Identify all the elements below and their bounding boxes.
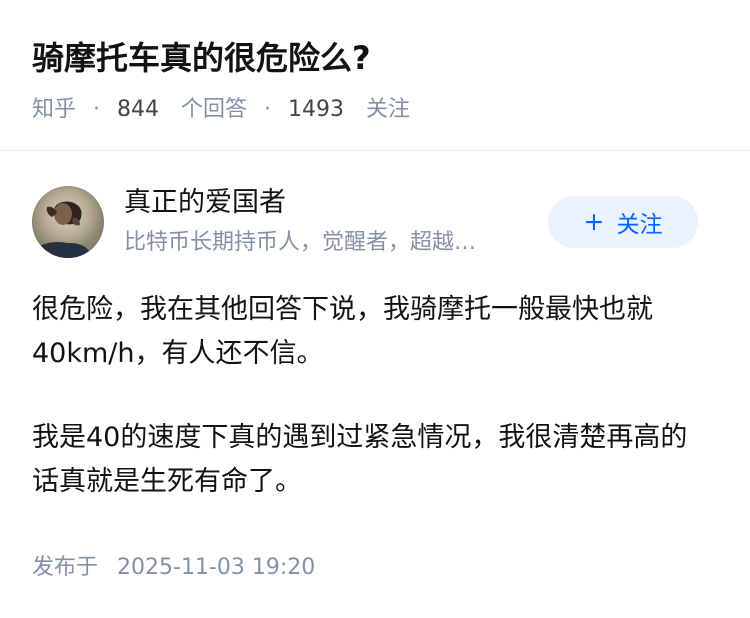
- publish-label: 发布于: [32, 555, 99, 580]
- follow-button[interactable]: + 关注: [548, 196, 698, 248]
- answer-count-label: 个回答: [181, 97, 248, 122]
- publish-time-value: 2025-11-03 19:20: [117, 555, 316, 580]
- author-headline: 比特币长期持币人，觉醒者，超越…: [124, 230, 477, 255]
- answer-paragraph-1: 很危险，我在其他回答下说，我骑摩托一般最快也就40km/h，有人还不信。: [32, 294, 653, 369]
- question-header: 骑摩托车真的很危险么? 知乎 · 844 个回答 · 1493 关注: [0, 0, 750, 151]
- question-title[interactable]: 骑摩托车真的很危险么?: [32, 36, 371, 80]
- person-silhouette-icon: [34, 201, 90, 258]
- meta-separator: ·: [264, 97, 272, 122]
- answer-paragraph-2: 我是40的速度下真的遇到过紧急情况，我很清楚再高的话真就是生死有命了。: [32, 422, 688, 497]
- author-name[interactable]: 真正的爱国者: [124, 186, 286, 220]
- avatar[interactable]: [32, 186, 104, 258]
- publish-time: 发布于 2025-11-03 19:20: [32, 554, 315, 582]
- plus-icon: +: [583, 206, 605, 236]
- answer-page: 骑摩托车真的很危险么? 知乎 · 844 个回答 · 1493 关注 真正的爱国…: [0, 0, 750, 618]
- meta-separator: ·: [93, 97, 101, 122]
- follower-count: 1493: [288, 97, 345, 122]
- follower-count-label: 关注: [366, 97, 411, 122]
- question-meta: 知乎 · 844 个回答 · 1493 关注: [32, 96, 410, 124]
- answer-content: 很危险，我在其他回答下说，我骑摩托一般最快也就40km/h，有人还不信。 我是4…: [32, 288, 712, 504]
- source-label: 知乎: [32, 97, 77, 122]
- answer-count: 844: [117, 97, 160, 122]
- follow-button-label: 关注: [616, 212, 663, 238]
